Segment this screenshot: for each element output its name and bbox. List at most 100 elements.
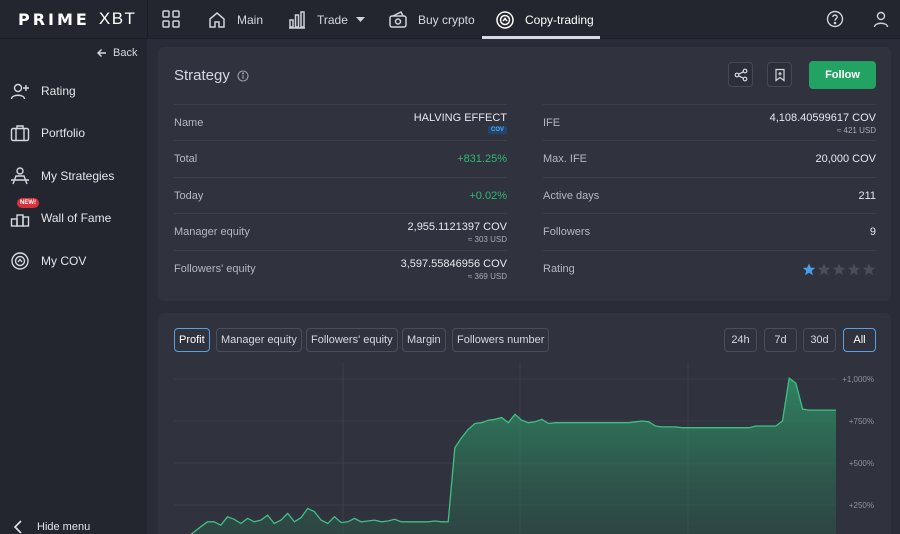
row-value: +831.25% xyxy=(457,141,507,177)
row-max-ife: Max. IFE 20,000 COV xyxy=(543,140,876,176)
sidebar-item-label: Rating xyxy=(41,84,76,98)
sidebar-item-my-cov[interactable]: My COV xyxy=(10,249,86,273)
strategy-name: HALVING EFFECT xyxy=(413,112,507,124)
nav-trade-label: Trade xyxy=(317,12,348,27)
info-icon[interactable] xyxy=(237,69,249,82)
row-name: Name HALVING EFFECT COV xyxy=(174,104,507,140)
sidebar-item-wall-of-fame[interactable]: NEW! Wall of Fame xyxy=(10,198,111,230)
new-badge: NEW! xyxy=(17,198,39,208)
nav-buy-crypto[interactable]: Buy crypto xyxy=(388,0,475,39)
followers-equity-value: 3,597.55846956 COV xyxy=(400,257,507,270)
logo-prime: PRIME xyxy=(18,9,90,29)
rating-stars xyxy=(802,263,876,276)
row-value: 9 xyxy=(870,214,876,250)
row-label: Today xyxy=(174,190,204,202)
briefcase-icon xyxy=(10,123,30,143)
ife-value: 4,108.40599617 COV xyxy=(769,111,876,124)
row-rating: Rating xyxy=(543,250,876,286)
row-label: IFE xyxy=(543,117,561,129)
nav-main[interactable]: Main xyxy=(207,0,263,39)
row-value xyxy=(802,251,876,287)
arrow-left-icon xyxy=(97,49,106,57)
hide-menu-label: Hide menu xyxy=(37,521,91,533)
row-value: 20,000 COV xyxy=(815,141,876,177)
back-button[interactable]: Back xyxy=(97,47,137,59)
strategies-icon xyxy=(10,166,30,186)
row-label: Followers xyxy=(543,226,591,238)
y-tick-label: +1,000% xyxy=(842,375,874,384)
nav-main-label: Main xyxy=(237,12,264,27)
row-value: 4,108.40599617 COV ≈ 421 USD xyxy=(770,105,876,141)
logo[interactable]: PRIME XBT xyxy=(18,9,136,29)
row-label: Name xyxy=(174,117,204,129)
cov-badge: COV xyxy=(487,126,507,134)
strategy-title: Strategy xyxy=(174,67,230,84)
panel-title: Strategy xyxy=(174,67,249,84)
max-ife-value: 20,000 COV xyxy=(815,153,876,165)
row-label: Total xyxy=(174,153,198,165)
podium-icon: NEW! xyxy=(10,198,39,228)
bookmark-icon xyxy=(774,68,785,82)
sidebar-item-label: My COV xyxy=(41,254,87,268)
sidebar: Back Rating Portfolio My Strategies NEW!… xyxy=(0,39,147,534)
copy-trading-icon xyxy=(495,10,515,30)
sidebar-item-label: Portfolio xyxy=(41,126,86,140)
sidebar-item-portfolio[interactable]: Portfolio xyxy=(10,121,85,145)
star-empty-icon xyxy=(847,263,861,275)
row-value: +0.02% xyxy=(469,178,507,214)
home-icon xyxy=(207,10,227,30)
wallet-icon xyxy=(388,10,408,30)
row-value: 211 xyxy=(858,178,876,214)
chevron-left-icon xyxy=(13,520,22,534)
star-filled-icon xyxy=(802,263,816,275)
row-value: 2,955.1121397 COV ≈ 303 USD xyxy=(408,214,507,250)
row-total: Total +831.25% xyxy=(174,140,507,176)
profit-area xyxy=(174,378,836,534)
logo-xbt: XBT xyxy=(98,9,137,28)
row-label: Active days xyxy=(543,190,600,202)
followers-equity-usd: ≈ 369 USD xyxy=(467,271,507,281)
follow-button[interactable]: Follow xyxy=(809,61,876,89)
chart-panel: Profit Manager equity Followers' equity … xyxy=(158,313,891,534)
sidebar-item-my-strategies[interactable]: My Strategies xyxy=(10,164,114,188)
row-manager-equity: Manager equity 2,955.1121397 COV ≈ 303 U… xyxy=(174,213,507,249)
row-value: 3,597.55846956 COV ≈ 369 USD xyxy=(401,251,507,287)
sidebar-item-label: My Strategies xyxy=(41,169,115,183)
manager-equity-value: 2,955.1121397 COV xyxy=(407,220,507,233)
back-label: Back xyxy=(113,47,138,59)
nav-copy-trading[interactable]: Copy-trading xyxy=(495,0,594,39)
star-empty-icon xyxy=(862,263,876,275)
sidebar-item-rating[interactable]: Rating xyxy=(10,79,76,103)
user-icon[interactable] xyxy=(871,9,891,29)
cov-icon xyxy=(10,251,30,271)
help-icon[interactable] xyxy=(825,9,845,29)
apps-grid-icon[interactable] xyxy=(160,8,182,30)
divider xyxy=(147,0,148,39)
total-value: +831.25% xyxy=(457,153,507,165)
row-value: HALVING EFFECT COV xyxy=(414,105,507,141)
active-days-value: 211 xyxy=(858,190,876,202)
hide-menu-button[interactable]: Hide menu xyxy=(13,520,90,534)
nav-trade[interactable]: Trade xyxy=(287,0,365,39)
share-button[interactable] xyxy=(728,62,753,87)
ife-usd: ≈ 421 USD xyxy=(836,125,876,135)
bookmark-button[interactable] xyxy=(767,62,792,87)
nav-copy-trading-label: Copy-trading xyxy=(525,12,594,27)
star-empty-icon xyxy=(832,263,846,275)
profit-chart[interactable]: +1,000% +750% +500% +250% xyxy=(158,313,891,534)
y-tick-label: +500% xyxy=(849,459,874,468)
top-bar: PRIME XBT Main Trade Buy crypto Copy-tra… xyxy=(0,0,900,39)
row-ife: IFE 4,108.40599617 COV ≈ 421 USD xyxy=(543,104,876,140)
active-tab-indicator xyxy=(482,36,600,39)
row-today: Today +0.02% xyxy=(174,177,507,213)
row-label: Manager equity xyxy=(174,226,250,238)
row-label: Rating xyxy=(543,263,575,275)
y-tick-label: +250% xyxy=(849,501,874,510)
row-label: Followers' equity xyxy=(174,263,256,275)
manager-equity-usd: ≈ 303 USD xyxy=(467,234,507,244)
star-empty-icon xyxy=(817,263,831,275)
row-followers-equity: Followers' equity 3,597.55846956 COV ≈ 3… xyxy=(174,250,507,286)
strategy-panel: Strategy Follow Name HALVING EFFECT COV … xyxy=(158,47,891,301)
y-tick-label: +750% xyxy=(849,417,874,426)
row-label: Max. IFE xyxy=(543,153,588,165)
